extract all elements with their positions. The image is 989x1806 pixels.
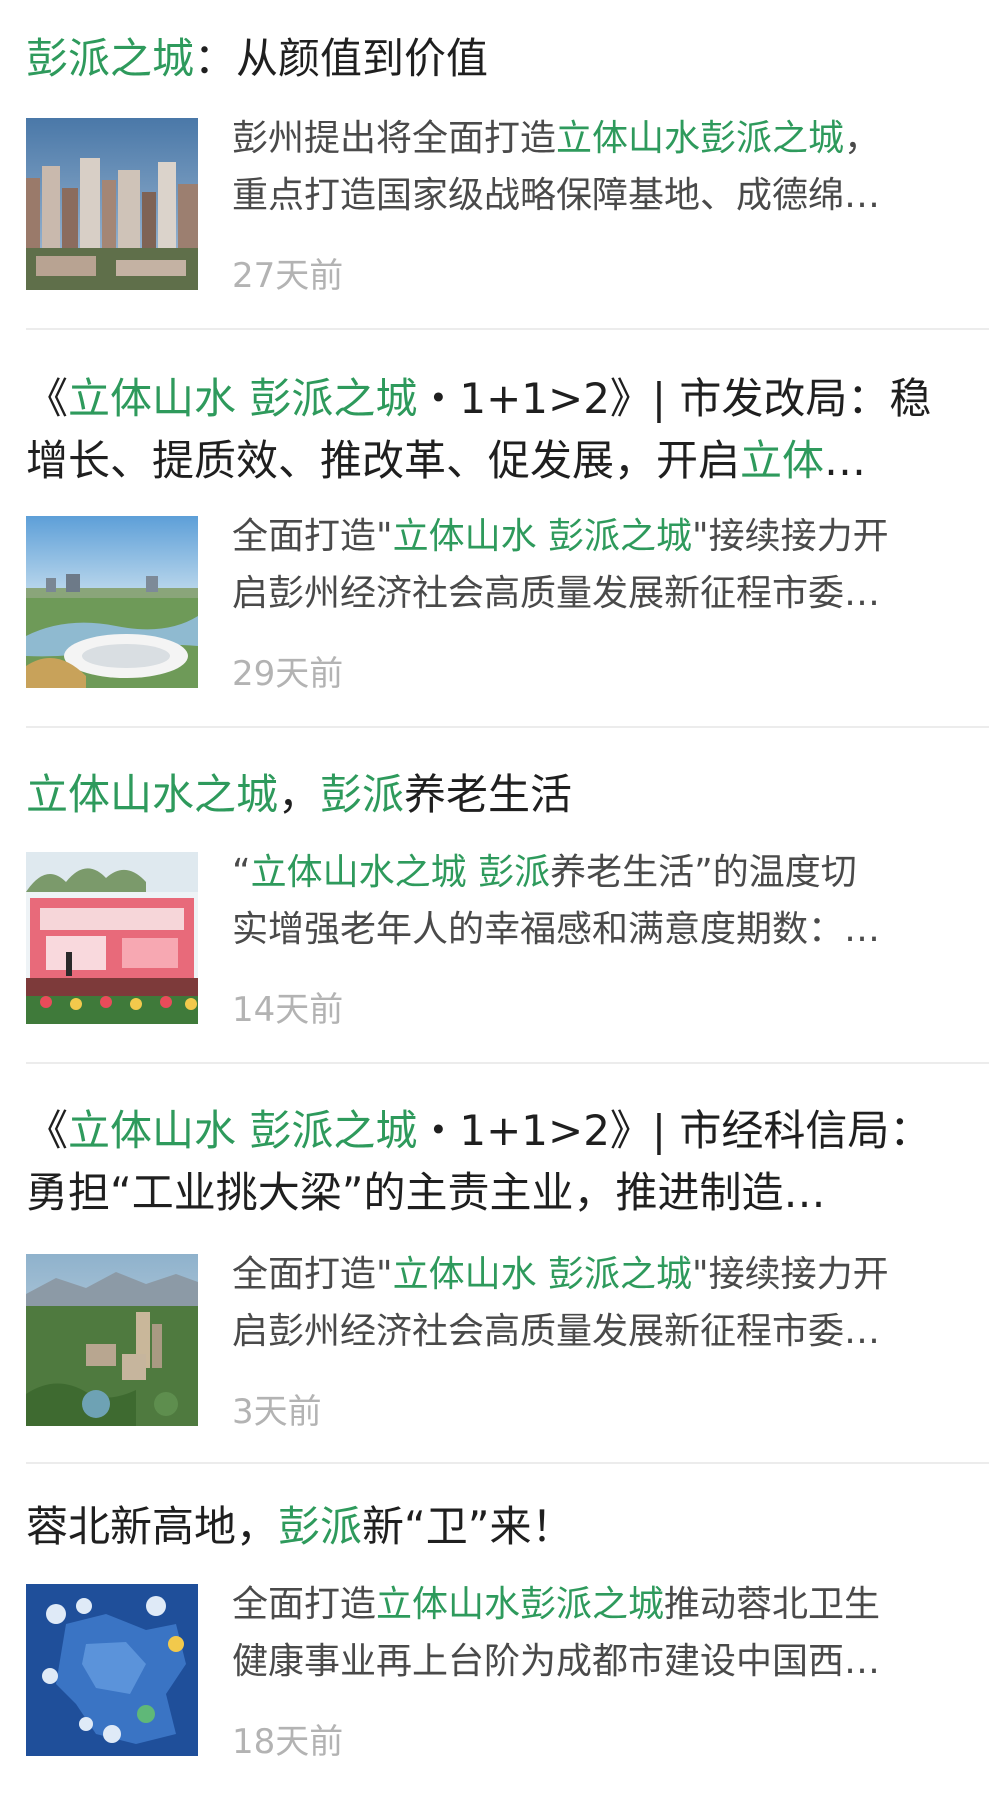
summary-line: 全面打造立体山水彭派之城推动蓉北卫生 [232, 1576, 967, 1633]
summary-line: 启彭州经济社会高质量发展新征程市委… [232, 565, 967, 622]
summary-line: 彭州提出将全面打造立体山水彭派之城， [232, 110, 967, 167]
title-line: 增长、提质效、推改革、促发展，开启立体… [26, 430, 963, 492]
text-segment: 实增强老年人的幸福感和满意度期数：… [232, 909, 881, 950]
text-segment: 《 [26, 374, 69, 423]
stadium-aerial-image-art [26, 516, 198, 688]
text-segment: 启彭州经济社会高质量发展新征程市委… [232, 1311, 881, 1352]
highlighted-keyword: 立体山水 彭派之城 [392, 1254, 693, 1295]
article-item[interactable]: 《立体山水 彭派之城・1+1>2》| 市经科信局： 勇担“工业挑大梁”的主责主业… [0, 1064, 989, 1464]
article-summary: 全面打造"立体山水 彭派之城"接续接力开 启彭州经济社会高质量发展新征程市委… [232, 508, 967, 622]
text-segment: 全面打造" [232, 1254, 393, 1295]
title-line: 立体山水之城，彭派养老生活 [26, 764, 963, 826]
search-results-list: 彭派之城：从颜值到价值 彭州提出将全面打造立体山水彭派之城， 重点打造国家级战略… [0, 0, 989, 1806]
publish-time: 14天前 [232, 990, 344, 1030]
article-title[interactable]: 彭派之城：从颜值到价值 [26, 28, 963, 90]
text-segment: “ [232, 852, 251, 893]
text-segment: "接续接力开 [692, 1254, 889, 1295]
article-summary: “立体山水之城 彭派养老生活”的温度切 实增强老年人的幸福感和满意度期数：… [232, 844, 967, 958]
title-line: 蓉北新高地，彭派新“卫”来！ [26, 1496, 963, 1558]
article-summary: 全面打造立体山水彭派之城推动蓉北卫生 健康事业再上台阶为成都市建设中国西… [232, 1576, 967, 1690]
text-segment: ・1+1>2》| 市发改局：稳 [417, 374, 932, 423]
summary-line: “立体山水之城 彭派养老生活”的温度切 [232, 844, 967, 901]
publish-time: 18天前 [232, 1722, 344, 1762]
text-segment: ， [844, 118, 881, 159]
article-summary: 彭州提出将全面打造立体山水彭派之城， 重点打造国家级战略保障基地、成德绵… [232, 110, 967, 224]
summary-line: 健康事业再上台阶为成都市建设中国西… [232, 1633, 967, 1690]
article-item[interactable]: 《立体山水 彭派之城・1+1>2》| 市发改局：稳 增长、提质效、推改革、促发展… [0, 330, 989, 728]
title-line: 彭派之城：从颜值到价值 [26, 28, 963, 90]
highlighted-keyword: 立体山水彭派之城 [376, 1584, 665, 1625]
text-segment: "接续接力开 [692, 516, 889, 557]
highlighted-keyword: 彭派之城 [26, 34, 195, 83]
article-item[interactable]: 立体山水之城，彭派养老生活 “立体山水之城 彭派养老生活”的温度切 实增强老年人… [0, 728, 989, 1064]
text-segment: 勇担“工业挑大梁”的主责主业，推进制造… [26, 1168, 826, 1217]
event-stage-image[interactable] [26, 852, 198, 1024]
text-segment: ， [278, 770, 321, 819]
summary-line: 全面打造"立体山水 彭派之城"接续接力开 [232, 508, 967, 565]
article-title[interactable]: 蓉北新高地，彭派新“卫”来！ [26, 1496, 963, 1558]
text-segment: 养老生活”的温度切 [550, 852, 857, 893]
event-stage-image-art [26, 852, 198, 1024]
summary-line: 实增强老年人的幸福感和满意度期数：… [232, 901, 967, 958]
city-skyline-image-art [26, 118, 198, 290]
highlighted-keyword: 立体山水 彭派之城 [68, 1106, 418, 1155]
text-segment: 蓉北新高地， [26, 1502, 279, 1551]
publish-time: 27天前 [232, 256, 344, 296]
text-segment: 养老生活 [404, 770, 573, 819]
text-segment: 全面打造 [232, 1584, 377, 1625]
text-segment: ：从颜值到价值 [194, 34, 489, 83]
text-segment: 彭州提出将全面打造 [232, 118, 557, 159]
title-line: 《立体山水 彭派之城・1+1>2》| 市发改局：稳 [26, 368, 963, 430]
article-item[interactable]: 彭派之城：从颜值到价值 彭州提出将全面打造立体山水彭派之城， 重点打造国家级战略… [0, 0, 989, 330]
article-title[interactable]: 立体山水之城，彭派养老生活 [26, 764, 963, 826]
summary-line: 重点打造国家级战略保障基地、成德绵… [232, 167, 967, 224]
text-segment: 推动蓉北卫生 [664, 1584, 881, 1625]
stadium-aerial-image[interactable] [26, 516, 198, 688]
text-segment: … [824, 436, 867, 485]
highlighted-keyword: 立体山水 彭派之城 [392, 516, 693, 557]
highlighted-keyword: 立体山水 彭派之城 [68, 374, 418, 423]
mountain-city-image-art [26, 1254, 198, 1426]
publish-time: 29天前 [232, 654, 344, 694]
highlighted-keyword: 彭派 [278, 1502, 363, 1551]
title-line: 《立体山水 彭派之城・1+1>2》| 市经科信局： [26, 1100, 963, 1162]
text-segment: ・1+1>2》| 市经科信局： [417, 1106, 932, 1155]
mountain-city-image[interactable] [26, 1254, 198, 1426]
highlighted-keyword: 立体 [740, 436, 825, 485]
text-segment: 《 [26, 1106, 69, 1155]
summary-line: 全面打造"立体山水 彭派之城"接续接力开 [232, 1246, 967, 1303]
article-title[interactable]: 《立体山水 彭派之城・1+1>2》| 市经科信局： 勇担“工业挑大梁”的主责主业… [26, 1100, 963, 1224]
article-item[interactable]: 蓉北新高地，彭派新“卫”来！ 全面打造立体山水彭派之城推动蓉北卫生 健康事业再上… [0, 1464, 989, 1806]
text-segment: 健康事业再上台阶为成都市建设中国西… [232, 1641, 881, 1682]
highlighted-keyword: 立体山水彭派之城 [556, 118, 845, 159]
highlighted-keyword: 彭派 [320, 770, 405, 819]
summary-line: 启彭州经济社会高质量发展新征程市委… [232, 1303, 967, 1360]
article-summary: 全面打造"立体山水 彭派之城"接续接力开 启彭州经济社会高质量发展新征程市委… [232, 1246, 967, 1360]
text-segment: 增长、提质效、推改革、促发展，开启 [26, 436, 741, 485]
highlighted-keyword: 立体山水之城 彭派 [250, 852, 551, 893]
text-segment: 全面打造" [232, 516, 393, 557]
highlighted-keyword: 立体山水之城 [26, 770, 279, 819]
text-segment: 重点打造国家级战略保障基地、成德绵… [232, 175, 881, 216]
article-title[interactable]: 《立体山水 彭派之城・1+1>2》| 市发改局：稳 增长、提质效、推改革、促发展… [26, 368, 963, 492]
text-segment: 启彭州经济社会高质量发展新征程市委… [232, 573, 881, 614]
health-map-image[interactable] [26, 1584, 198, 1756]
publish-time: 3天前 [232, 1392, 322, 1432]
text-segment: 新“卫”来！ [362, 1502, 574, 1551]
city-skyline-image[interactable] [26, 118, 198, 290]
health-map-image-art [26, 1584, 198, 1756]
title-line: 勇担“工业挑大梁”的主责主业，推进制造… [26, 1162, 963, 1224]
